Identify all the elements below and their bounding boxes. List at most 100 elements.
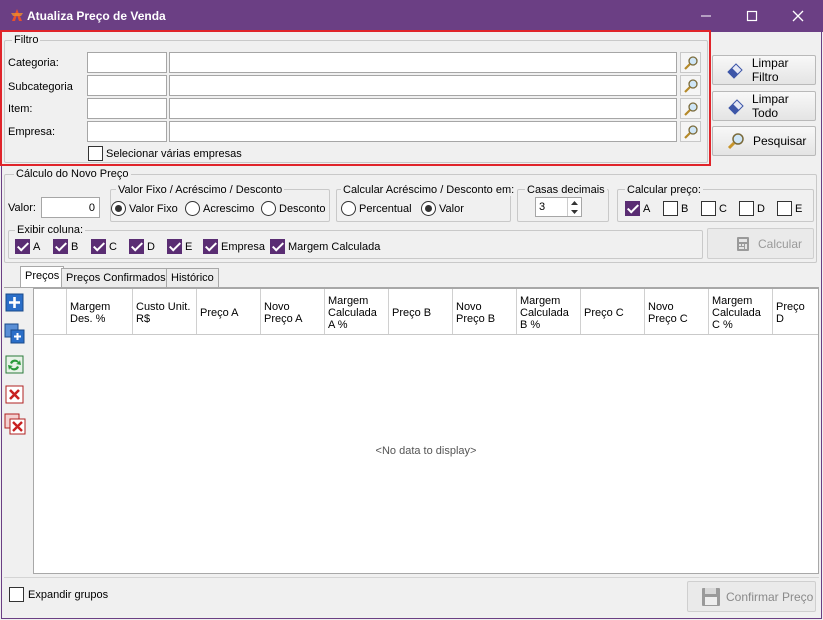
column-header-margem-des[interactable]: Margem Des. % bbox=[67, 289, 133, 334]
valor-input[interactable] bbox=[41, 197, 100, 218]
calc-preco-a-checkbox[interactable] bbox=[625, 201, 640, 216]
acrescimo-radio[interactable] bbox=[185, 201, 200, 216]
maximize-button[interactable] bbox=[729, 0, 775, 32]
calc-preco-b-checkbox[interactable] bbox=[663, 201, 678, 216]
calc-preco-d-label: D bbox=[757, 203, 765, 215]
categoria-lookup-button[interactable] bbox=[680, 52, 701, 73]
exibir-b-label: B bbox=[71, 241, 79, 253]
tab-precos[interactable]: Preços bbox=[20, 266, 65, 287]
categoria-desc-input[interactable] bbox=[169, 52, 677, 73]
confirmar-preco-label: Confirmar Preço bbox=[726, 589, 814, 604]
calcular-button[interactable]: Calcular bbox=[707, 228, 814, 259]
valor-radio[interactable] bbox=[421, 201, 436, 216]
spin-down-icon[interactable] bbox=[567, 207, 581, 216]
subcategoria-lookup-button[interactable] bbox=[680, 75, 701, 96]
column-header-margem-calc-a[interactable]: Margem Calculada A % bbox=[325, 289, 389, 334]
empresa-lookup-button[interactable] bbox=[680, 121, 701, 142]
empty-grid-message: <No data to display> bbox=[375, 445, 477, 457]
multi-empresas-checkbox[interactable] bbox=[88, 146, 103, 161]
column-header-preco-d[interactable]: Preço D bbox=[773, 289, 818, 334]
tab-historico[interactable]: Histórico bbox=[166, 268, 219, 287]
subcategoria-label: Subcategoria bbox=[8, 81, 73, 93]
filter-legend: Filtro bbox=[12, 34, 41, 46]
percentual-radio[interactable] bbox=[341, 201, 356, 216]
percentual-label: Percentual bbox=[359, 203, 412, 215]
exibir-c-label: C bbox=[109, 241, 117, 253]
valor-fixo-label: Valor Fixo bbox=[129, 203, 178, 215]
refresh-icon[interactable] bbox=[4, 354, 26, 376]
add-multiple-icon[interactable] bbox=[4, 323, 26, 345]
spin-up-icon[interactable] bbox=[567, 198, 581, 207]
calc-preco-c-label: C bbox=[719, 203, 727, 215]
subcategoria-code-input[interactable] bbox=[87, 75, 167, 96]
calc-preco-c-checkbox[interactable] bbox=[701, 201, 716, 216]
footer-divider bbox=[4, 577, 819, 578]
eraser-icon bbox=[725, 59, 746, 81]
column-header-margem-calc-b[interactable]: Margem Calculada B % bbox=[517, 289, 581, 334]
calcular-label: Calcular bbox=[758, 236, 803, 251]
valor-label: Valor: bbox=[8, 202, 36, 214]
add-icon[interactable] bbox=[4, 292, 26, 314]
precos-grid[interactable]: Margem Des. % Custo Unit. R$ Preço A Nov… bbox=[33, 288, 819, 574]
magnifier-icon bbox=[683, 78, 698, 93]
exibir-legend: Exibir coluna: bbox=[15, 224, 86, 236]
app-logo-icon bbox=[9, 7, 25, 23]
calc-preco-a-label: A bbox=[643, 203, 651, 215]
categoria-label: Categoria: bbox=[8, 57, 59, 69]
tab-precos-confirmados[interactable]: Preços Confirmados bbox=[61, 268, 171, 287]
exibir-b-checkbox[interactable] bbox=[53, 239, 68, 254]
casas-decimais-spinner[interactable]: 3 bbox=[535, 197, 582, 217]
exibir-e-checkbox[interactable] bbox=[167, 239, 182, 254]
item-label: Item: bbox=[8, 103, 33, 115]
item-code-input[interactable] bbox=[87, 98, 167, 119]
item-desc-input[interactable] bbox=[169, 98, 677, 119]
exibir-c-checkbox[interactable] bbox=[91, 239, 106, 254]
window-title: Atualiza Preço de Venda bbox=[27, 9, 166, 23]
calc-preco-e-checkbox[interactable] bbox=[777, 201, 792, 216]
acrescimo-label: Acrescimo bbox=[203, 203, 255, 215]
search-icon bbox=[725, 130, 747, 152]
calc-preco-b-label: B bbox=[681, 203, 689, 215]
magnifier-icon bbox=[683, 124, 698, 139]
pesquisar-button[interactable]: Pesquisar bbox=[712, 126, 816, 156]
empresa-code-input[interactable] bbox=[87, 121, 167, 142]
column-header-margem-calc-c[interactable]: Margem Calculada C % bbox=[709, 289, 773, 334]
column-header-novo-preco-a[interactable]: Novo Preço A bbox=[261, 289, 325, 334]
column-header-preco-c[interactable]: Preço C bbox=[581, 289, 645, 334]
limpar-todo-button[interactable]: Limpar Todo bbox=[712, 91, 816, 121]
desconto-radio[interactable] bbox=[261, 201, 276, 216]
pesquisar-label: Pesquisar bbox=[753, 134, 807, 148]
calculator-icon bbox=[732, 233, 754, 255]
exibir-d-checkbox[interactable] bbox=[129, 239, 144, 254]
column-header-novo-preco-b[interactable]: Novo Preço B bbox=[453, 289, 517, 334]
valor-fixo-radio[interactable] bbox=[111, 201, 126, 216]
exibir-d-label: D bbox=[147, 241, 155, 253]
exibir-a-checkbox[interactable] bbox=[15, 239, 30, 254]
expandir-grupos-label: Expandir grupos bbox=[28, 589, 109, 601]
delete-all-icon[interactable] bbox=[4, 413, 26, 435]
column-header-preco-b[interactable]: Preço B bbox=[389, 289, 453, 334]
delete-icon[interactable] bbox=[4, 384, 26, 406]
calc-preco-e-label: E bbox=[795, 203, 803, 215]
title-bar[interactable]: Atualiza Preço de Venda bbox=[0, 0, 823, 32]
confirmar-preco-button[interactable]: Confirmar Preço bbox=[687, 581, 816, 612]
exibir-margem-checkbox[interactable] bbox=[270, 239, 285, 254]
casas-legend: Casas decimais bbox=[525, 184, 607, 196]
categoria-code-input[interactable] bbox=[87, 52, 167, 73]
limpar-filtro-button[interactable]: Limpar Filtro bbox=[712, 55, 816, 85]
column-header-preco-a[interactable]: Preço A bbox=[197, 289, 261, 334]
item-lookup-button[interactable] bbox=[680, 98, 701, 119]
subcategoria-desc-input[interactable] bbox=[169, 75, 677, 96]
minimize-button[interactable] bbox=[683, 0, 729, 32]
limpar-filtro-label: Limpar Filtro bbox=[751, 56, 789, 84]
empresa-desc-input[interactable] bbox=[169, 121, 677, 142]
expandir-grupos-checkbox[interactable] bbox=[9, 587, 24, 602]
column-header-custo-unit[interactable]: Custo Unit. R$ bbox=[133, 289, 197, 334]
calc-preco-d-checkbox[interactable] bbox=[739, 201, 754, 216]
maximize-icon bbox=[746, 10, 758, 22]
save-disk-icon bbox=[700, 586, 722, 608]
close-button[interactable] bbox=[775, 0, 821, 32]
exibir-empresa-checkbox[interactable] bbox=[203, 239, 218, 254]
column-header-novo-preco-c[interactable]: Novo Preço C bbox=[645, 289, 709, 334]
column-header-indicator[interactable] bbox=[34, 289, 67, 334]
